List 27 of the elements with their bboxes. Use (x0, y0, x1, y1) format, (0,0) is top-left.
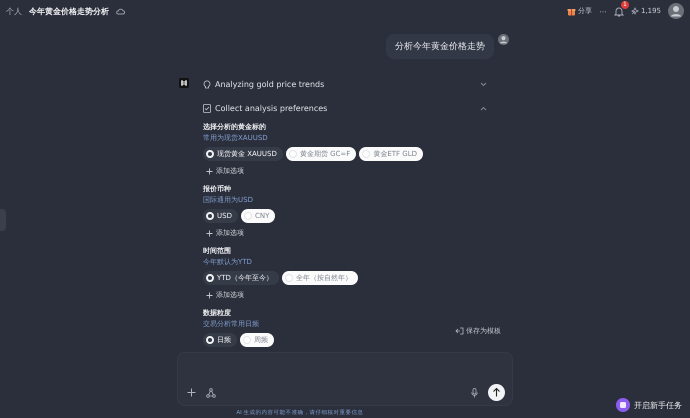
send-button[interactable] (488, 384, 505, 401)
step-header[interactable]: Collect analysis preferences (203, 101, 487, 116)
network-icon[interactable] (206, 388, 216, 398)
plus-icon[interactable] (187, 388, 196, 397)
user-message: 分析今年黄金价格走势 (386, 34, 494, 59)
cloud-icon[interactable] (116, 8, 125, 14)
microphone-icon[interactable] (471, 388, 478, 398)
checklist-icon (203, 104, 211, 113)
task-icon (616, 398, 630, 412)
plus-icon (206, 168, 213, 174)
bell-icon[interactable] (614, 6, 624, 16)
bulb-icon (203, 80, 211, 89)
step-header[interactable]: Analyzing gold price trends (203, 77, 487, 92)
chevron-icon (480, 106, 487, 111)
more-button[interactable]: ··· (598, 6, 607, 16)
bot-logo-icon (179, 78, 189, 88)
message-input[interactable] (177, 352, 513, 406)
chevron-icon (480, 82, 487, 87)
breadcrumb-link[interactable]: 个人 (6, 6, 22, 16)
sparkle-icon (630, 7, 639, 15)
avatar (498, 34, 509, 45)
avatar[interactable] (668, 3, 684, 19)
plus-icon (206, 292, 213, 298)
gift-icon (566, 6, 576, 16)
conversation-title: 今年黄金价格走势分析 (29, 6, 109, 16)
import-icon (455, 327, 464, 335)
plus-icon (206, 230, 213, 236)
